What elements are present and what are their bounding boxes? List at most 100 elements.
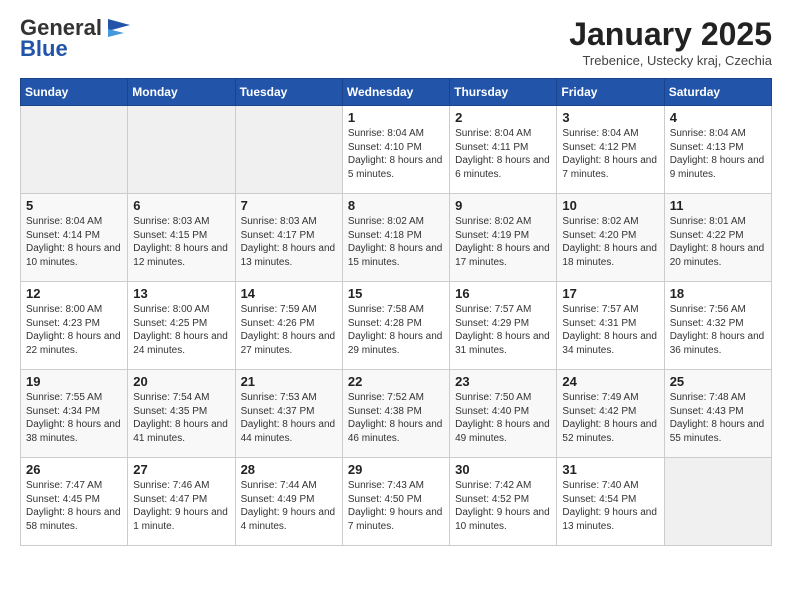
day-cell-6: 6 Sunrise: 8:03 AMSunset: 4:15 PMDaylight…: [128, 194, 235, 282]
calendar-header-row: SundayMondayTuesdayWednesdayThursdayFrid…: [21, 79, 772, 106]
day-number: 19: [26, 374, 122, 389]
day-info: Sunrise: 7:43 AMSunset: 4:50 PMDaylight:…: [348, 479, 444, 533]
day-cell-19: 19 Sunrise: 7:55 AMSunset: 4:34 PMDayligh…: [21, 370, 128, 458]
week-row-1: 1Sunrise: 8:04 AMSunset: 4:10 PMDaylight…: [21, 106, 772, 194]
day-number: 6: [133, 198, 229, 213]
empty-cell: [21, 106, 128, 194]
empty-cell: [664, 458, 771, 546]
day-info: Sunrise: 8:04 AMSunset: 4:14 PMDaylight:…: [26, 215, 122, 269]
day-cell-26: 26Sunrise: 7:47 AMSunset: 4:45 PMDayligh…: [21, 458, 128, 546]
day-cell-29: 29 Sunrise: 7:43 AMSunset: 4:50 PMDayligh…: [342, 458, 449, 546]
day-number: 11: [670, 198, 766, 213]
day-cell-14: 14Sunrise: 7:59 AMSunset: 4:26 PMDayligh…: [235, 282, 342, 370]
day-info: Sunrise: 7:48 AMSunset: 4:43 PMDaylight:…: [670, 391, 766, 445]
day-cell-5: 5 Sunrise: 8:04 AMSunset: 4:14 PMDaylight…: [21, 194, 128, 282]
day-number: 16: [455, 286, 551, 301]
day-number: 21: [241, 374, 337, 389]
day-info: Sunrise: 8:04 AMSunset: 4:11 PMDaylight:…: [455, 127, 551, 181]
day-number: 12: [26, 286, 122, 301]
day-cell-31: 31 Sunrise: 7:40 AMSunset: 4:54 PMDayligh…: [557, 458, 664, 546]
day-number: 8: [348, 198, 444, 213]
col-header-monday: Monday: [128, 79, 235, 106]
day-number: 18: [670, 286, 766, 301]
day-info: Sunrise: 7:44 AMSunset: 4:49 PMDaylight:…: [241, 479, 337, 533]
day-number: 29: [348, 462, 444, 477]
day-cell-13: 13 Sunrise: 8:00 AMSunset: 4:25 PMDayligh…: [128, 282, 235, 370]
day-cell-22: 22 Sunrise: 7:52 AMSunset: 4:38 PMDayligh…: [342, 370, 449, 458]
day-number: 2: [455, 110, 551, 125]
day-info: Sunrise: 7:47 AMSunset: 4:45 PMDaylight:…: [26, 479, 122, 533]
week-row-4: 19 Sunrise: 7:55 AMSunset: 4:34 PMDayligh…: [21, 370, 772, 458]
location: Trebenice, Ustecky kraj, Czechia: [569, 53, 772, 68]
day-cell-16: 16 Sunrise: 7:57 AMSunset: 4:29 PMDayligh…: [450, 282, 557, 370]
day-number: 28: [241, 462, 337, 477]
logo: General Blue: [20, 16, 132, 62]
month-title: January 2025: [569, 16, 772, 53]
day-cell-8: 8 Sunrise: 8:02 AMSunset: 4:18 PMDaylight…: [342, 194, 449, 282]
day-cell-30: 30Sunrise: 7:42 AMSunset: 4:52 PMDayligh…: [450, 458, 557, 546]
day-cell-28: 28 Sunrise: 7:44 AMSunset: 4:49 PMDayligh…: [235, 458, 342, 546]
day-info: Sunrise: 7:46 AMSunset: 4:47 PMDaylight:…: [133, 479, 229, 533]
day-cell-21: 21 Sunrise: 7:53 AMSunset: 4:37 PMDayligh…: [235, 370, 342, 458]
day-cell-27: 27 Sunrise: 7:46 AMSunset: 4:47 PMDayligh…: [128, 458, 235, 546]
day-number: 31: [562, 462, 658, 477]
day-info: Sunrise: 7:49 AMSunset: 4:42 PMDaylight:…: [562, 391, 658, 445]
day-number: 25: [670, 374, 766, 389]
day-info: Sunrise: 8:04 AMSunset: 4:12 PMDaylight:…: [562, 127, 658, 181]
col-header-thursday: Thursday: [450, 79, 557, 106]
day-cell-23: 23Sunrise: 7:50 AMSunset: 4:40 PMDayligh…: [450, 370, 557, 458]
col-header-saturday: Saturday: [664, 79, 771, 106]
day-info: Sunrise: 7:52 AMSunset: 4:38 PMDaylight:…: [348, 391, 444, 445]
day-info: Sunrise: 7:57 AMSunset: 4:29 PMDaylight:…: [455, 303, 551, 357]
day-number: 17: [562, 286, 658, 301]
day-number: 9: [455, 198, 551, 213]
day-cell-11: 11 Sunrise: 8:01 AMSunset: 4:22 PMDayligh…: [664, 194, 771, 282]
day-info: Sunrise: 7:53 AMSunset: 4:37 PMDaylight:…: [241, 391, 337, 445]
empty-cell: [235, 106, 342, 194]
day-cell-12: 12 Sunrise: 8:00 AMSunset: 4:23 PMDayligh…: [21, 282, 128, 370]
day-cell-24: 24 Sunrise: 7:49 AMSunset: 4:42 PMDayligh…: [557, 370, 664, 458]
day-number: 3: [562, 110, 658, 125]
day-cell-10: 10Sunrise: 8:02 AMSunset: 4:20 PMDayligh…: [557, 194, 664, 282]
col-header-wednesday: Wednesday: [342, 79, 449, 106]
day-info: Sunrise: 7:58 AMSunset: 4:28 PMDaylight:…: [348, 303, 444, 357]
day-number: 22: [348, 374, 444, 389]
page-header: General Blue January 2025 Trebenice, Ust…: [20, 16, 772, 68]
day-cell-17: 17Sunrise: 7:57 AMSunset: 4:31 PMDayligh…: [557, 282, 664, 370]
day-info: Sunrise: 8:02 AMSunset: 4:18 PMDaylight:…: [348, 215, 444, 269]
day-info: Sunrise: 8:00 AMSunset: 4:25 PMDaylight:…: [133, 303, 229, 357]
title-block: January 2025 Trebenice, Ustecky kraj, Cz…: [569, 16, 772, 68]
day-info: Sunrise: 7:55 AMSunset: 4:34 PMDaylight:…: [26, 391, 122, 445]
day-number: 14: [241, 286, 337, 301]
day-number: 27: [133, 462, 229, 477]
day-number: 20: [133, 374, 229, 389]
day-number: 7: [241, 198, 337, 213]
day-number: 15: [348, 286, 444, 301]
day-cell-25: 25 Sunrise: 7:48 AMSunset: 4:43 PMDayligh…: [664, 370, 771, 458]
day-info: Sunrise: 8:03 AMSunset: 4:17 PMDaylight:…: [241, 215, 337, 269]
day-number: 24: [562, 374, 658, 389]
day-info: Sunrise: 8:03 AMSunset: 4:15 PMDaylight:…: [133, 215, 229, 269]
day-number: 5: [26, 198, 122, 213]
day-info: Sunrise: 7:40 AMSunset: 4:54 PMDaylight:…: [562, 479, 658, 533]
day-cell-15: 15 Sunrise: 7:58 AMSunset: 4:28 PMDayligh…: [342, 282, 449, 370]
day-cell-20: 20Sunrise: 7:54 AMSunset: 4:35 PMDayligh…: [128, 370, 235, 458]
day-cell-3: 3 Sunrise: 8:04 AMSunset: 4:12 PMDaylight…: [557, 106, 664, 194]
day-info: Sunrise: 8:02 AMSunset: 4:20 PMDaylight:…: [562, 215, 658, 269]
day-cell-4: 4Sunrise: 8:04 AMSunset: 4:13 PMDaylight…: [664, 106, 771, 194]
day-cell-9: 9 Sunrise: 8:02 AMSunset: 4:19 PMDaylight…: [450, 194, 557, 282]
day-info: Sunrise: 8:01 AMSunset: 4:22 PMDaylight:…: [670, 215, 766, 269]
week-row-2: 5 Sunrise: 8:04 AMSunset: 4:14 PMDaylight…: [21, 194, 772, 282]
day-number: 1: [348, 110, 444, 125]
week-row-3: 12 Sunrise: 8:00 AMSunset: 4:23 PMDayligh…: [21, 282, 772, 370]
day-info: Sunrise: 7:42 AMSunset: 4:52 PMDaylight:…: [455, 479, 551, 533]
day-info: Sunrise: 7:56 AMSunset: 4:32 PMDaylight:…: [670, 303, 766, 357]
day-number: 23: [455, 374, 551, 389]
week-row-5: 26Sunrise: 7:47 AMSunset: 4:45 PMDayligh…: [21, 458, 772, 546]
col-header-friday: Friday: [557, 79, 664, 106]
day-number: 13: [133, 286, 229, 301]
day-info: Sunrise: 8:00 AMSunset: 4:23 PMDaylight:…: [26, 303, 122, 357]
empty-cell: [128, 106, 235, 194]
day-info: Sunrise: 8:04 AMSunset: 4:13 PMDaylight:…: [670, 127, 766, 181]
day-info: Sunrise: 8:02 AMSunset: 4:19 PMDaylight:…: [455, 215, 551, 269]
